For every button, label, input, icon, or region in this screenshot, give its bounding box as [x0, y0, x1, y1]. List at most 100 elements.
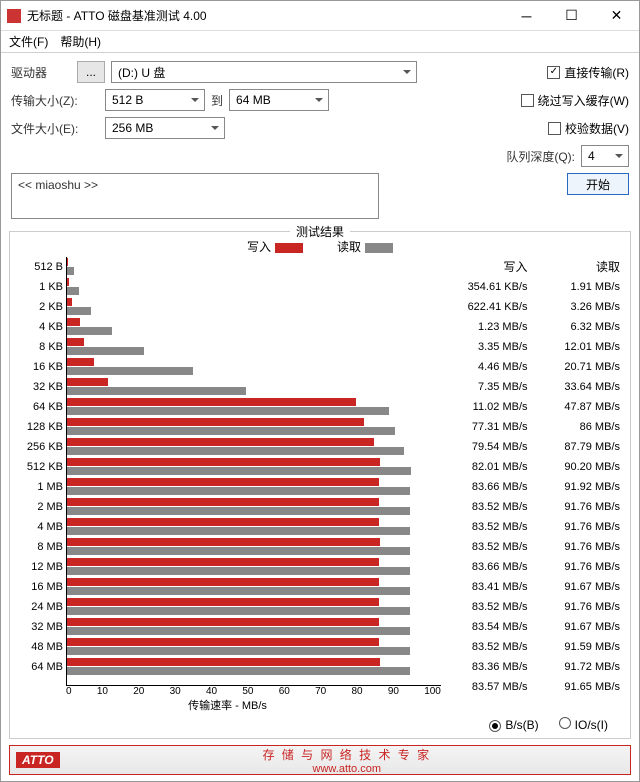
- file-size-select[interactable]: 256 MB: [105, 117, 225, 139]
- unit-bps-radio[interactable]: B/s(B): [489, 718, 538, 732]
- value-read: 91.76 MB/s: [534, 557, 627, 577]
- value-read: 91.67 MB/s: [534, 617, 627, 637]
- footer-banner[interactable]: ATTO 存 储 与 网 络 技 术 专 家 www.atto.com: [9, 745, 631, 775]
- value-write: 83.52 MB/s: [441, 517, 534, 537]
- bar-read: [67, 387, 246, 395]
- app-icon: [7, 9, 21, 23]
- bar-read: [67, 607, 410, 615]
- value-write: 82.01 MB/s: [441, 457, 534, 477]
- queue-select[interactable]: 4: [581, 145, 629, 167]
- value-read: 91.76 MB/s: [534, 537, 627, 557]
- value-write: 83.66 MB/s: [441, 557, 534, 577]
- y-tick: 32 MB: [14, 617, 63, 637]
- minimize-button[interactable]: ─: [504, 1, 549, 31]
- value-write: 3.35 MB/s: [441, 337, 534, 357]
- value-read: 91.92 MB/s: [534, 477, 627, 497]
- bar-read: [67, 627, 410, 635]
- value-write: 83.52 MB/s: [441, 537, 534, 557]
- bar-write: [67, 498, 379, 506]
- transfer-size-label: 传输大小(Z):: [11, 92, 105, 109]
- y-tick: 512 KB: [14, 457, 63, 477]
- value-read: 47.87 MB/s: [534, 397, 627, 417]
- drive-label: 驱动器: [11, 64, 71, 81]
- description-input[interactable]: << miaoshu >>: [11, 173, 379, 219]
- value-read: 91.72 MB/s: [534, 657, 627, 677]
- value-write: 11.02 MB/s: [441, 397, 534, 417]
- value-write: 83.66 MB/s: [441, 477, 534, 497]
- verify-checkbox[interactable]: 校验数据(V): [548, 120, 629, 137]
- y-tick: 64 KB: [14, 397, 63, 417]
- y-tick: 2 KB: [14, 297, 63, 317]
- bar-read: [67, 287, 79, 295]
- size-to-select[interactable]: 64 MB: [229, 89, 329, 111]
- value-read: 1.91 MB/s: [534, 277, 627, 297]
- bar-write: [67, 518, 379, 526]
- value-read: 6.32 MB/s: [534, 317, 627, 337]
- chart: 512 B1 KB2 KB4 KB8 KB16 KB32 KB64 KB128 …: [14, 257, 441, 686]
- bar-write: [67, 378, 108, 386]
- bar-write: [67, 418, 364, 426]
- close-button[interactable]: ✕: [594, 1, 639, 31]
- bar-read: [67, 307, 91, 315]
- bar-write: [67, 438, 374, 446]
- size-from-select[interactable]: 512 B: [105, 89, 205, 111]
- value-write: 79.54 MB/s: [441, 437, 534, 457]
- y-tick: 16 MB: [14, 577, 63, 597]
- bar-read: [67, 427, 395, 435]
- y-tick: 48 MB: [14, 637, 63, 657]
- drive-select[interactable]: (D:) U 盘: [111, 61, 417, 83]
- bar-write: [67, 358, 94, 366]
- bar-read: [67, 347, 144, 355]
- value-read: 91.76 MB/s: [534, 597, 627, 617]
- value-write: 1.23 MB/s: [441, 317, 534, 337]
- value-write: 7.35 MB/s: [441, 377, 534, 397]
- browse-button[interactable]: ...: [77, 61, 105, 83]
- bar-read: [67, 367, 193, 375]
- menu-help[interactable]: 帮助(H): [60, 33, 101, 50]
- bar-write: [67, 318, 80, 326]
- value-write: 83.54 MB/s: [441, 617, 534, 637]
- bypass-checkbox[interactable]: 绕过写入缓存(W): [521, 92, 629, 109]
- bar-read: [67, 447, 404, 455]
- y-tick: 64 MB: [14, 657, 63, 677]
- bar-write: [67, 578, 379, 586]
- value-write: 83.36 MB/s: [441, 657, 534, 677]
- bar-write: [67, 258, 68, 266]
- bar-read: [67, 507, 410, 515]
- y-tick: 8 KB: [14, 337, 63, 357]
- value-read: 87.79 MB/s: [534, 437, 627, 457]
- value-read: 91.59 MB/s: [534, 637, 627, 657]
- y-tick: 512 B: [14, 257, 63, 277]
- bar-read: [67, 527, 410, 535]
- bar-read: [67, 487, 410, 495]
- bar-write: [67, 338, 84, 346]
- maximize-button[interactable]: ☐: [549, 1, 594, 31]
- legend-read: 读取: [337, 238, 393, 255]
- value-read: 91.76 MB/s: [534, 497, 627, 517]
- window-title: 无标题 - ATTO 磁盘基准测试 4.00: [27, 7, 504, 24]
- bar-write: [67, 618, 379, 626]
- bar-read: [67, 667, 410, 675]
- y-tick: 256 KB: [14, 437, 63, 457]
- y-tick: 4 MB: [14, 517, 63, 537]
- value-write: 83.52 MB/s: [441, 637, 534, 657]
- value-read: 3.26 MB/s: [534, 297, 627, 317]
- bar-write: [67, 538, 380, 546]
- value-write: 83.52 MB/s: [441, 497, 534, 517]
- direct-checkbox[interactable]: ✓直接传输(R): [547, 64, 629, 81]
- value-read: 33.64 MB/s: [534, 377, 627, 397]
- value-write: 83.57 MB/s: [441, 677, 534, 697]
- bar-read: [67, 587, 410, 595]
- bar-read: [67, 327, 112, 335]
- menu-file[interactable]: 文件(F): [9, 33, 48, 50]
- value-write: 622.41 KB/s: [441, 297, 534, 317]
- bar-write: [67, 598, 379, 606]
- unit-ios-radio[interactable]: IO/s(I): [559, 717, 608, 732]
- legend-write: 写入: [247, 238, 303, 255]
- value-write: 83.52 MB/s: [441, 597, 534, 617]
- bar-write: [67, 658, 380, 666]
- value-read: 86 MB/s: [534, 417, 627, 437]
- start-button[interactable]: 开始: [567, 173, 629, 195]
- bar-write: [67, 398, 356, 406]
- bar-read: [67, 547, 410, 555]
